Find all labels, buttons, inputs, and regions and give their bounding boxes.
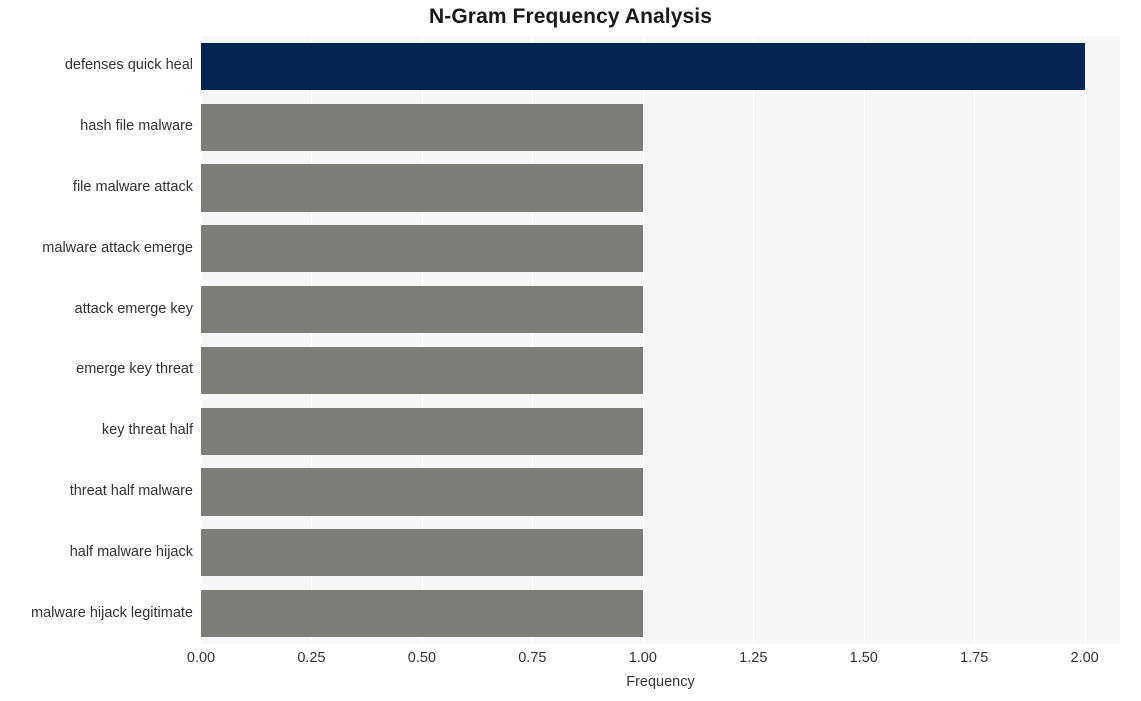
bar-row — [201, 225, 1120, 273]
y-tick-label: attack emerge key — [74, 300, 193, 317]
chart-figure: N-Gram Frequency Analysis defenses quick… — [0, 0, 1141, 701]
x-tick-label: 2.00 — [1070, 650, 1099, 666]
bar-row — [201, 590, 1120, 638]
y-tick-label: defenses quick heal — [64, 57, 193, 74]
y-tick-label: malware attack emerge — [42, 239, 193, 256]
chart-title: N-Gram Frequency Analysis — [429, 5, 712, 28]
x-tick-label: 1.75 — [960, 650, 989, 666]
bar — [201, 164, 643, 212]
y-tick-label: half malware hijack — [69, 543, 193, 560]
bar-row — [201, 164, 1120, 212]
bar-row — [201, 407, 1120, 455]
x-tick-label: 0.25 — [297, 650, 326, 666]
bar — [201, 103, 643, 151]
x-tick-label: 1.50 — [849, 650, 878, 666]
bar — [201, 468, 643, 516]
bar-series — [201, 36, 1120, 644]
bar-row — [201, 468, 1120, 516]
y-axis: defenses quick heal hash file malware file… — [0, 36, 193, 644]
bar — [201, 225, 643, 273]
x-axis-title: Frequency — [626, 674, 695, 690]
bar — [201, 529, 643, 577]
y-tick-label: key threat half — [101, 422, 193, 439]
x-tick-label: 1.00 — [628, 650, 657, 666]
bar — [201, 590, 643, 638]
x-tick-label: 0.50 — [407, 650, 437, 666]
bar — [201, 42, 1085, 90]
y-tick-label: threat half malware — [69, 483, 193, 499]
bar-row — [201, 529, 1120, 577]
bar-row — [201, 286, 1120, 334]
x-tick-label: 1.25 — [739, 650, 768, 666]
x-tick-label: 0.75 — [518, 650, 547, 666]
y-tick-label: emerge key threat — [76, 361, 193, 378]
bar — [201, 346, 643, 394]
y-tick-label: file malware attack — [72, 179, 193, 195]
bar-row — [201, 346, 1120, 394]
x-axis: 0.00 0.25 0.50 0.75 1.00 1.25 1.50 1.75 2.00 — [187, 650, 1120, 672]
bar-row — [201, 103, 1120, 151]
plot-area — [201, 36, 1120, 644]
y-tick-label: hash file malware — [80, 118, 193, 135]
bar-row — [201, 42, 1120, 90]
bar — [201, 407, 643, 455]
bar — [201, 286, 643, 334]
y-tick-label: malware hijack legitimate — [31, 604, 193, 621]
x-tick-label: 0.00 — [186, 650, 216, 666]
